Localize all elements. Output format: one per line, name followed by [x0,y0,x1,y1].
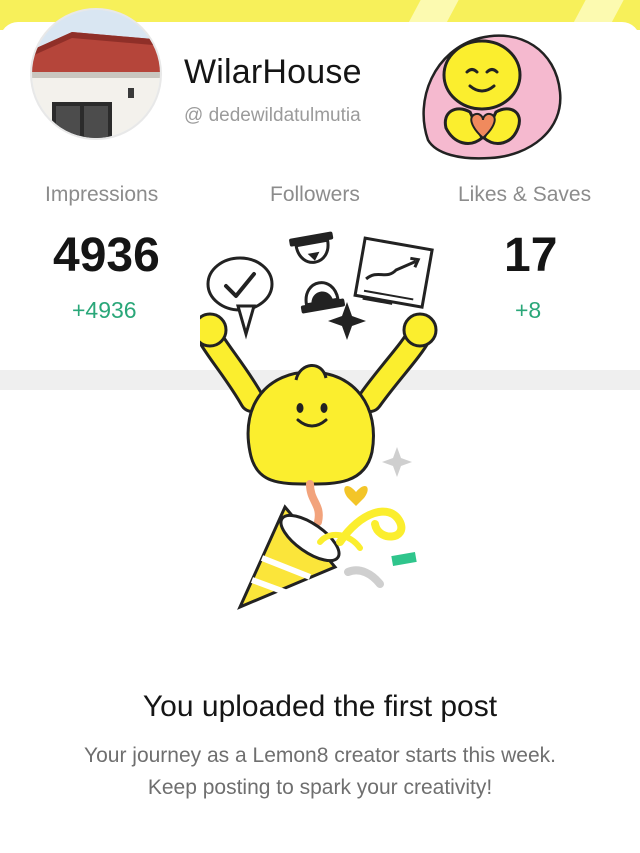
chart-paper-icon [353,236,434,309]
heart-hands-sticker [422,34,562,160]
stat-likes-saves-delta: +8 [515,297,542,323]
stat-likes-saves-label: Likes & Saves [458,183,592,206]
profile-avatar[interactable] [30,8,162,140]
congrats-title: You uploaded the first post [142,690,498,723]
stat-impressions-delta: +4936 [72,297,137,323]
stat-likes-saves-value: 17 [504,229,558,282]
party-horn-icon [237,504,341,610]
congrats-line-1: Your journey as a Lemon8 creator starts … [84,744,556,767]
congrats-line-2: Keep posting to spark your creativity! [147,776,493,799]
congrats-subtitle: Your journey as a Lemon8 creator starts … [0,740,640,804]
profile-username: WilarHouse [184,53,362,91]
profile-handle: @ dedewildatulmutia [184,105,361,126]
stat-impressions-label: Impressions [45,183,159,206]
stat-followers-label: Followers [270,183,360,206]
stat-impressions-value: 4936 [53,229,160,282]
celebration-mascot [200,222,438,610]
